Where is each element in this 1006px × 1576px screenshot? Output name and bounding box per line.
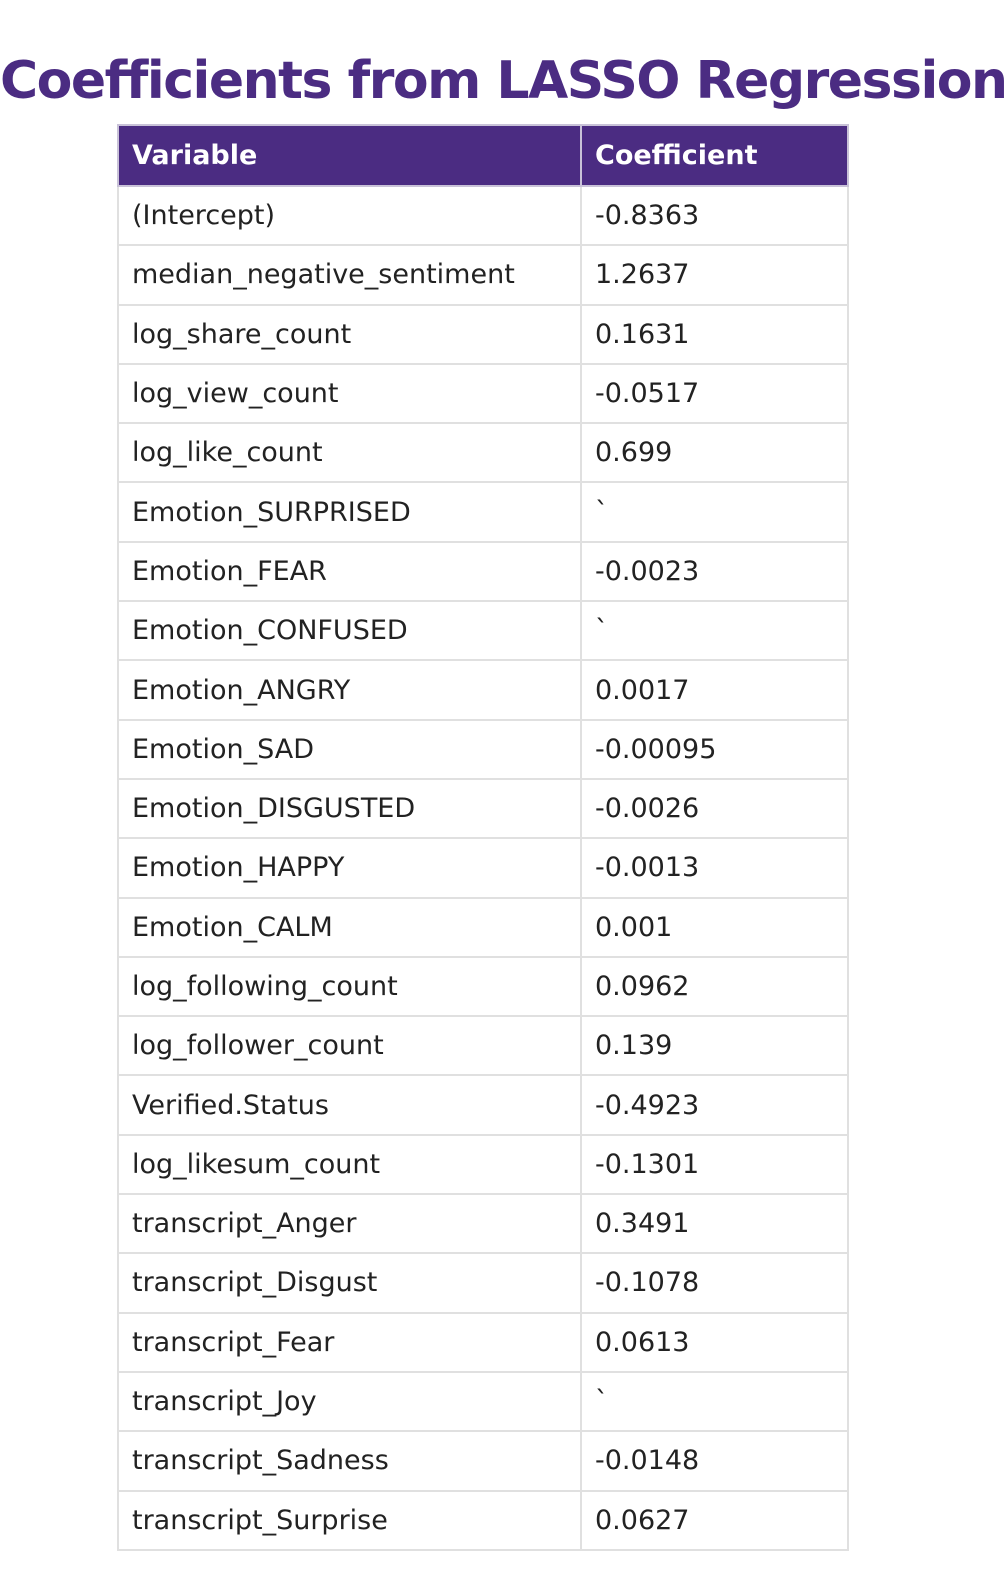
- variable-cell: Emotion_SURPRISED: [117, 481, 582, 543]
- coefficient-cell: `: [580, 600, 849, 662]
- coefficient-cell: -0.0026: [580, 777, 849, 840]
- table-header-row: Variable Coefficient: [117, 124, 849, 187]
- variable-cell: log_like_count: [117, 422, 582, 484]
- coefficient-cell: 0.0613: [580, 1311, 849, 1373]
- variable-cell: Emotion_CALM: [117, 896, 582, 958]
- table-row: log_like_count 0.699: [117, 422, 849, 484]
- coefficient-cell: -0.8363: [580, 184, 849, 247]
- variable-cell: transcript_Joy: [117, 1370, 582, 1433]
- table-row: Emotion_DISGUSTED -0.0026: [117, 777, 849, 840]
- table-row: transcript_Fear 0.0613: [117, 1311, 849, 1373]
- variable-cell: Verified.Status: [117, 1074, 582, 1136]
- table-row: log_share_count 0.1631: [117, 303, 849, 365]
- column-header-variable: Variable: [117, 124, 582, 187]
- table-row: median_negative_sentiment 1.2637: [117, 244, 849, 306]
- table-row: transcript_Disgust -0.1078: [117, 1252, 849, 1314]
- coefficient-cell: 0.699: [580, 422, 849, 484]
- variable-cell: log_view_count: [117, 362, 582, 425]
- coefficient-cell: -0.1078: [580, 1252, 849, 1314]
- table-row: Emotion_CONFUSED `: [117, 600, 849, 662]
- coefficient-cell: `: [580, 1370, 849, 1433]
- coefficient-cell: -0.4923: [580, 1074, 849, 1136]
- coefficients-table: Variable Coefficient (Intercept) -0.8363 …: [117, 124, 849, 1551]
- variable-cell: Emotion_FEAR: [117, 540, 582, 603]
- variable-cell: Emotion_SAD: [117, 718, 582, 780]
- coefficient-cell: 0.1631: [580, 303, 849, 365]
- coefficient-cell: -0.0013: [580, 837, 849, 899]
- table-row: log_likesum_count -0.1301: [117, 1133, 849, 1196]
- table-row: Emotion_CALM 0.001: [117, 896, 849, 958]
- table-row: Emotion_ANGRY 0.0017: [117, 659, 849, 721]
- variable-cell: transcript_Sadness: [117, 1430, 582, 1492]
- table-row: transcript_Joy `: [117, 1370, 849, 1433]
- table-body: (Intercept) -0.8363 median_negative_senti…: [117, 184, 849, 1551]
- coefficient-cell: -0.0023: [580, 540, 849, 603]
- column-header-coefficient: Coefficient: [580, 124, 849, 187]
- coefficient-cell: `: [580, 481, 849, 543]
- page-title: Coefficients from LASSO Regression: [0, 50, 1006, 111]
- variable-cell: median_negative_sentiment: [117, 244, 582, 306]
- coefficient-cell: 0.3491: [580, 1193, 849, 1255]
- variable-cell: log_share_count: [117, 303, 582, 365]
- coefficient-cell: 0.0962: [580, 955, 849, 1018]
- variable-cell: Emotion_DISGUSTED: [117, 777, 582, 840]
- variable-cell: Emotion_HAPPY: [117, 837, 582, 899]
- variable-cell: Emotion_ANGRY: [117, 659, 582, 721]
- coefficient-cell: 0.0017: [580, 659, 849, 721]
- variable-cell: Emotion_CONFUSED: [117, 600, 582, 662]
- coefficient-cell: -0.00095: [580, 718, 849, 780]
- variable-cell: log_likesum_count: [117, 1133, 582, 1196]
- coefficient-cell: -0.0517: [580, 362, 849, 425]
- coefficient-cell: 0.0627: [580, 1489, 849, 1551]
- variable-cell: transcript_Fear: [117, 1311, 582, 1373]
- table-row: transcript_Surprise 0.0627: [117, 1489, 849, 1551]
- variable-cell: transcript_Surprise: [117, 1489, 582, 1551]
- table-row: Emotion_SURPRISED `: [117, 481, 849, 543]
- variable-cell: transcript_Disgust: [117, 1252, 582, 1314]
- table-row: log_follower_count 0.139: [117, 1015, 849, 1077]
- table-row: Verified.Status -0.4923: [117, 1074, 849, 1136]
- table-row: Emotion_SAD -0.00095: [117, 718, 849, 780]
- coefficient-cell: -0.1301: [580, 1133, 849, 1196]
- table-row: (Intercept) -0.8363: [117, 184, 849, 247]
- coefficient-cell: 1.2637: [580, 244, 849, 306]
- variable-cell: transcript_Anger: [117, 1193, 582, 1255]
- table-row: log_view_count -0.0517: [117, 362, 849, 425]
- table-row: transcript_Anger 0.3491: [117, 1193, 849, 1255]
- table-row: transcript_Sadness -0.0148: [117, 1430, 849, 1492]
- coefficient-cell: -0.0148: [580, 1430, 849, 1492]
- coefficient-cell: 0.001: [580, 896, 849, 958]
- table-row: Emotion_HAPPY -0.0013: [117, 837, 849, 899]
- variable-cell: (Intercept): [117, 184, 582, 247]
- table-row: log_following_count 0.0962: [117, 955, 849, 1018]
- table-row: Emotion_FEAR -0.0023: [117, 540, 849, 603]
- coefficient-cell: 0.139: [580, 1015, 849, 1077]
- variable-cell: log_following_count: [117, 955, 582, 1018]
- variable-cell: log_follower_count: [117, 1015, 582, 1077]
